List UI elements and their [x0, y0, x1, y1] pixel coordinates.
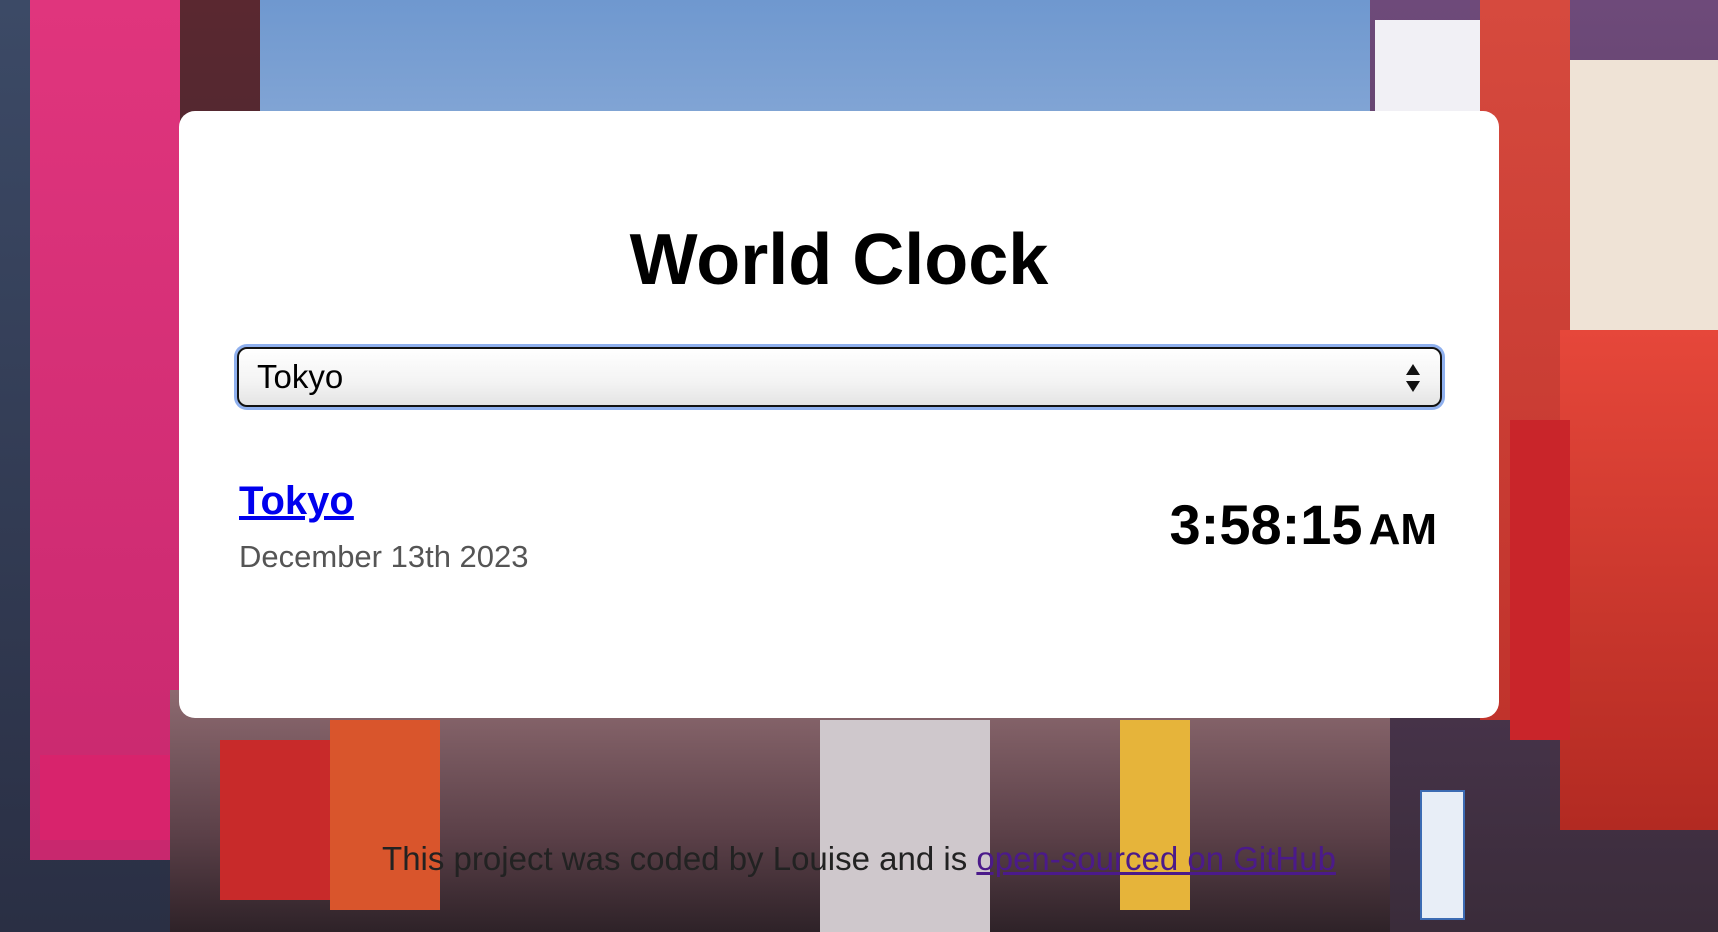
select-arrows-icon — [1406, 364, 1420, 392]
tower-building — [820, 720, 990, 932]
sign-red-large — [1560, 330, 1718, 830]
street-sign-yellow — [1120, 720, 1190, 910]
banner-ad — [40, 755, 170, 840]
city-time: 3:58:15 AM — [1170, 495, 1437, 560]
footer-text: This project was coded by Louise and is — [382, 840, 977, 877]
city-date: December 13th 2023 — [239, 539, 529, 574]
city-select-value: Tokyo — [257, 358, 344, 395]
clock-card: World Clock Tokyo Tokyo December 13th 20… — [179, 111, 1499, 718]
time-ampm: AM — [1368, 505, 1437, 554]
city-select[interactable]: Tokyo — [237, 347, 1442, 407]
github-link[interactable]: open-sourced on GitHub — [976, 840, 1336, 877]
pink-banner — [30, 0, 180, 860]
sign-poster — [1570, 60, 1718, 360]
time-value: 3:58:15 — [1169, 493, 1363, 556]
city-name-link[interactable]: Tokyo — [239, 479, 354, 524]
page-title: World Clock — [629, 220, 1049, 300]
sign-red-small — [1510, 420, 1570, 740]
street-sign-orange — [330, 720, 440, 910]
footer: This project was coded by Louise and is … — [0, 840, 1718, 878]
